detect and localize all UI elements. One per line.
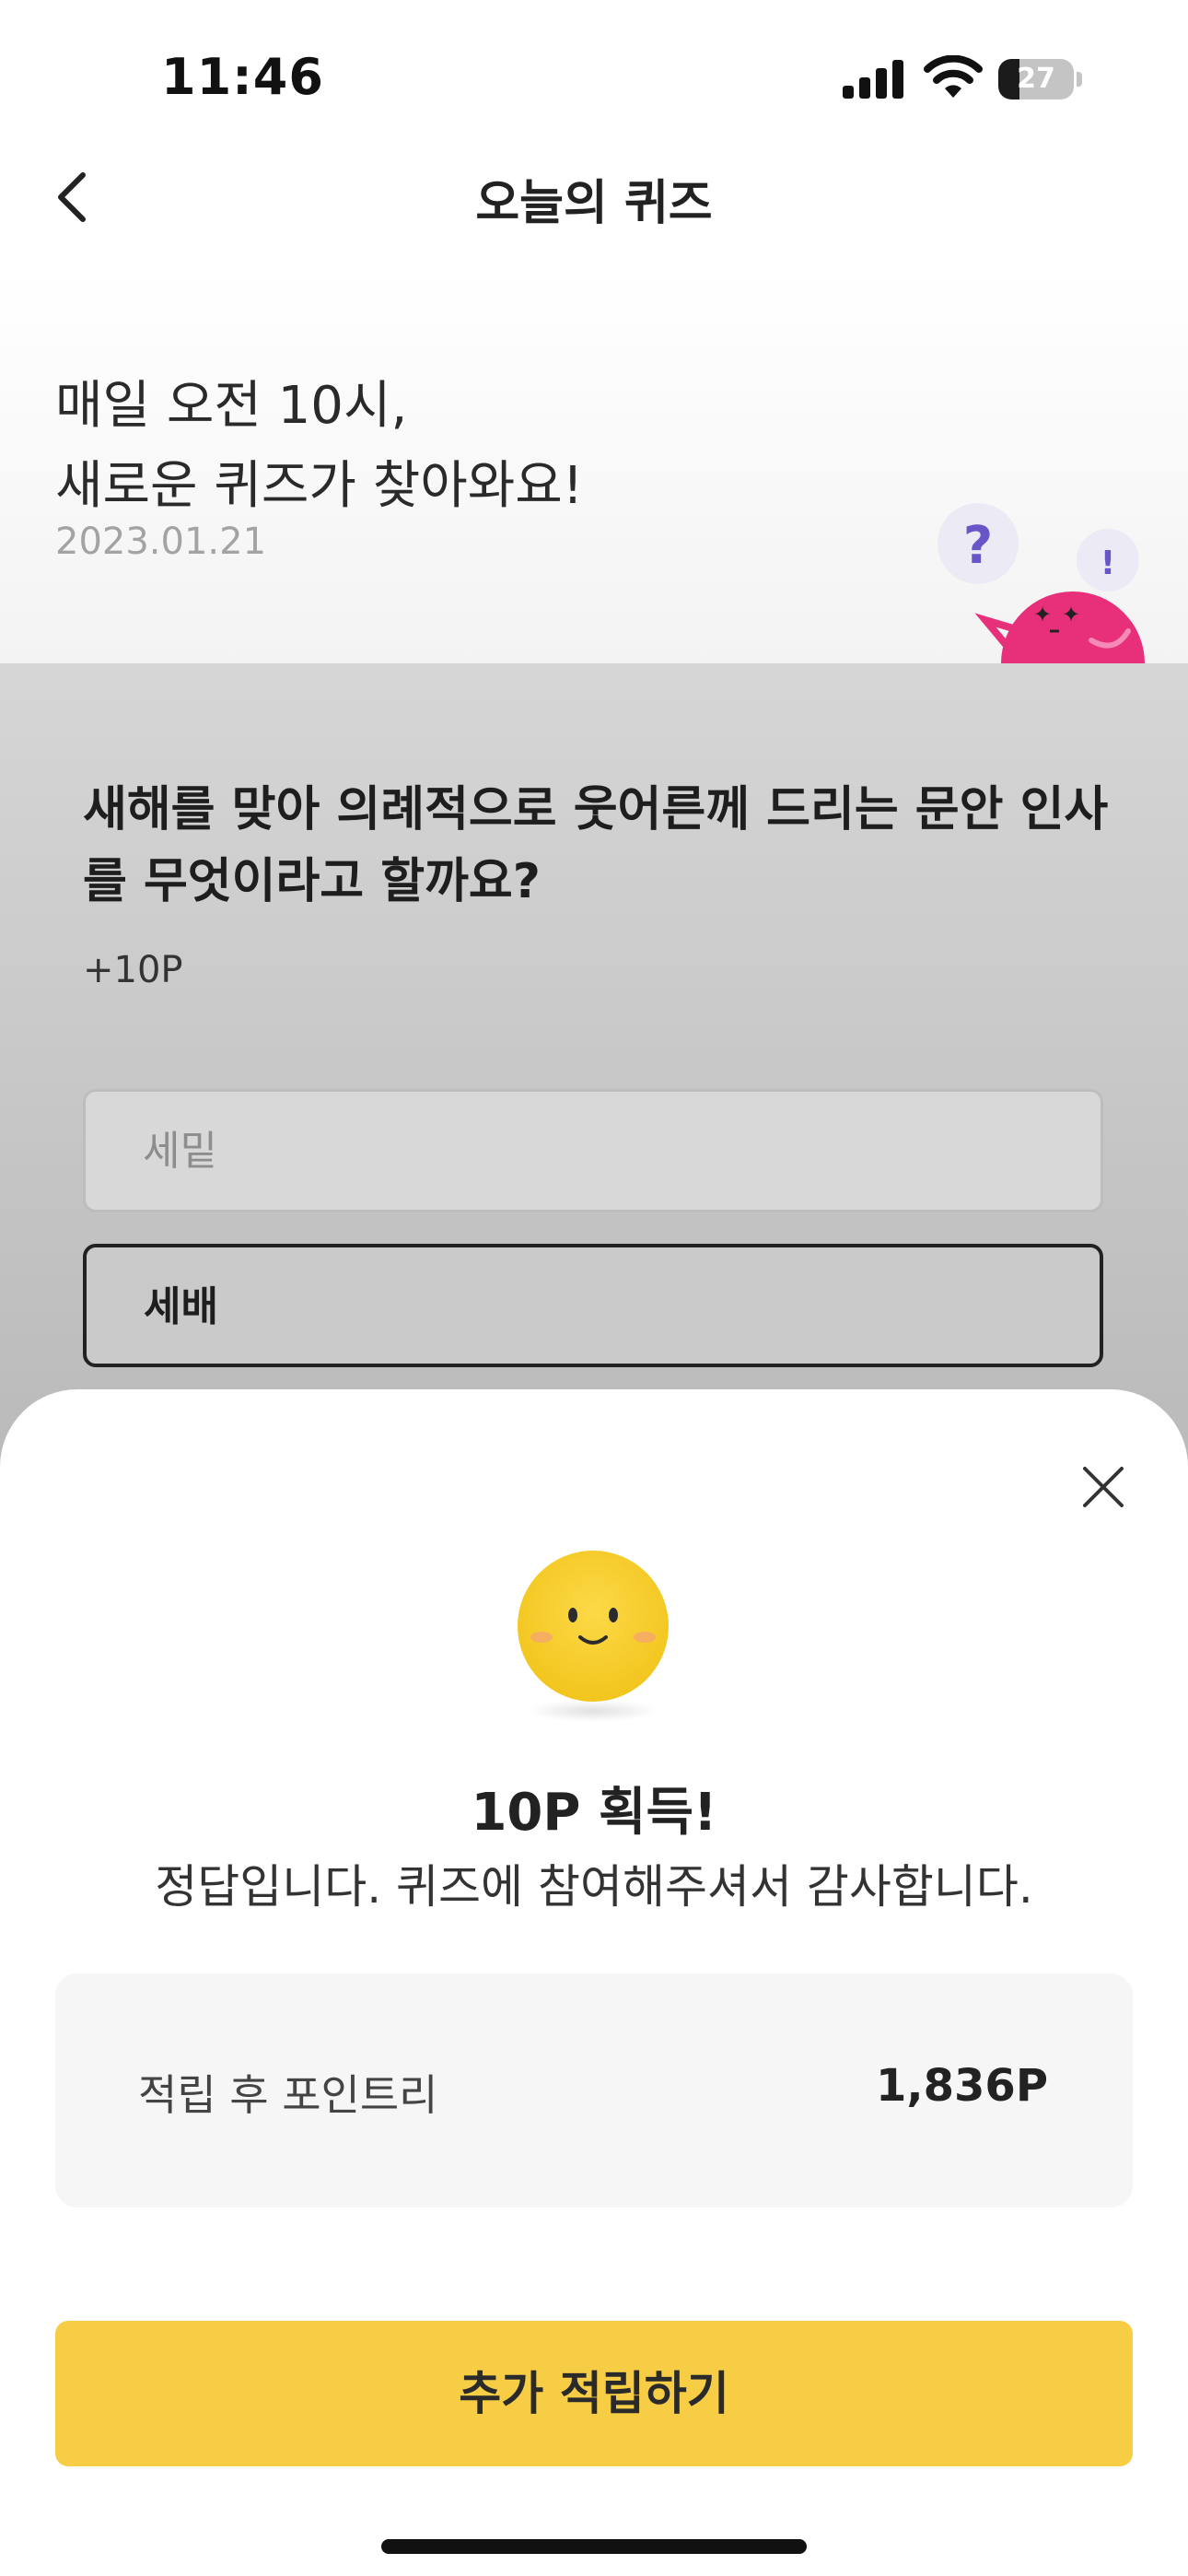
quiz-points: +10P [83,949,183,991]
signal-icon [843,60,903,99]
battery-icon: 27 [998,59,1083,100]
home-indicator[interactable] [381,2539,807,2554]
svg-text:✦: ✦ [1033,602,1052,627]
answer-option-1[interactable]: 세밑 [83,1089,1103,1212]
svg-text:?: ? [963,516,993,576]
quiz-mascot-illustration: ? ! ✦ ✦ [938,503,1145,663]
wifi-icon [924,55,983,98]
reward-message: 정답입니다. 퀴즈에 참여해주셔서 감사합니다. [155,1860,1033,1914]
points-balance-value: 1,836P [875,2060,1048,2112]
earn-more-button[interactable]: 추가 적립하기 [55,2321,1133,2466]
smile-emoji-icon [518,1551,669,1722]
battery-level: 27 [1017,63,1055,95]
svg-text:!: ! [1101,544,1115,582]
answer-option-2-selected[interactable]: 세배 [83,1244,1103,1367]
svg-text:✦: ✦ [1062,602,1080,627]
page-title: 오늘의 퀴즈 [475,176,713,231]
reward-title: 10P 획득! [471,1783,717,1843]
status-time: 11:46 [161,48,324,106]
quiz-question: 새해를 맞아 의례적으로 웃어른께 드리는 문안 인사를 무엇이라고 할까요? [83,782,1109,909]
quiz-date: 2023.01.21 [55,521,267,563]
points-balance-label: 적립 후 포인트리 [138,2070,438,2120]
hero-headline-line1: 매일 오전 10시, [55,376,408,436]
hero-headline-line2: 새로운 퀴즈가 찾아와요! [55,456,584,516]
close-icon[interactable] [1079,1463,1127,1511]
